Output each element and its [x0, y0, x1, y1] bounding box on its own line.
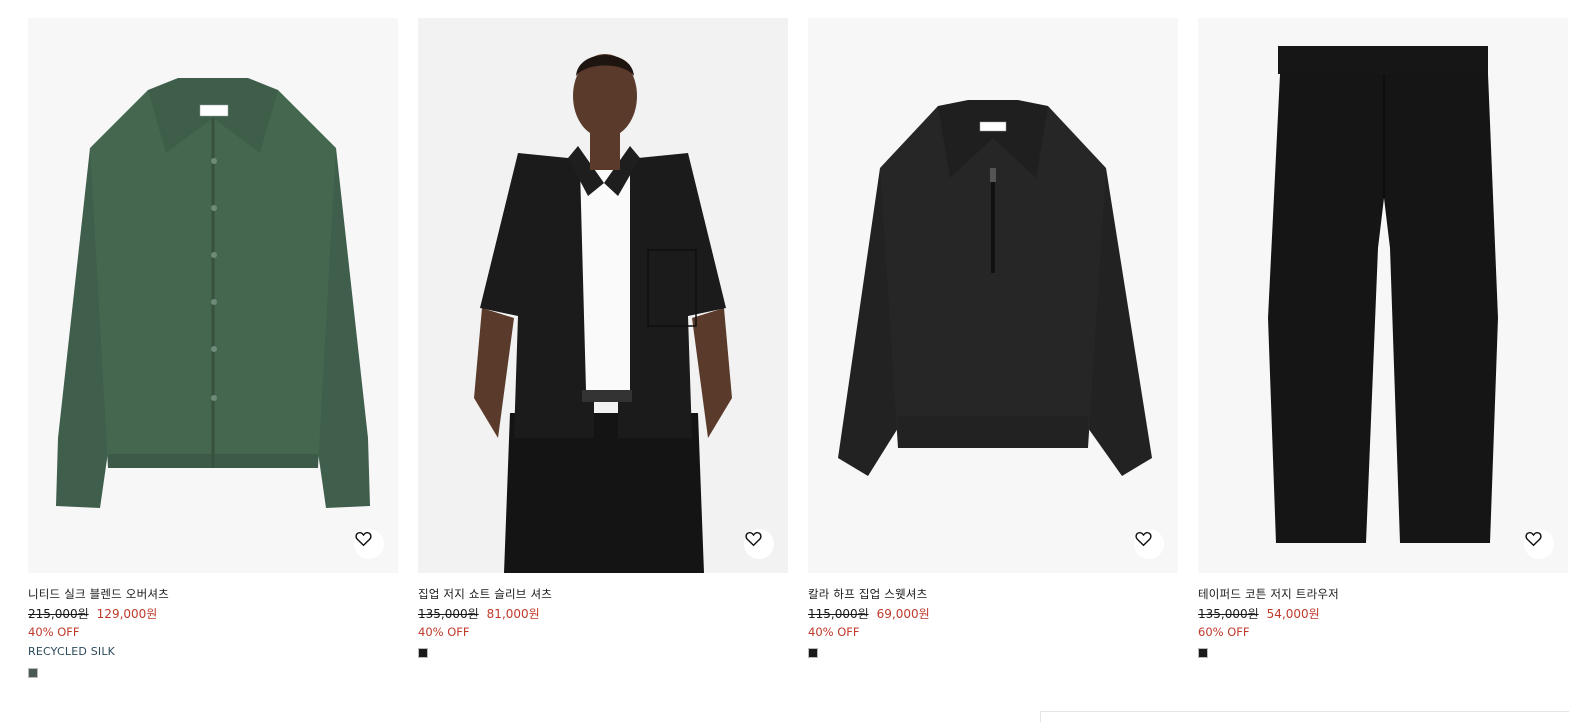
heart-icon	[1135, 531, 1152, 547]
discount-label: 40% OFF	[28, 625, 80, 639]
color-swatch[interactable]	[28, 668, 38, 678]
product-grid: 니티드 실크 블렌드 오버셔츠 215,000원 129,000원 40% OFF…	[0, 0, 1569, 722]
collar-half-zip-sweatshirt-image	[808, 18, 1178, 573]
original-price: 135,000원	[418, 607, 479, 621]
wishlist-button[interactable]	[744, 529, 774, 559]
wishlist-button[interactable]	[1134, 529, 1164, 559]
sale-price: 81,000원	[486, 607, 540, 621]
product-name[interactable]: 니티드 실크 블렌드 오버셔츠	[28, 586, 169, 602]
sale-price: 54,000원	[1266, 607, 1320, 621]
color-swatch[interactable]	[418, 648, 428, 658]
discount-label: 40% OFF	[418, 625, 470, 639]
heart-icon	[1525, 531, 1542, 547]
original-price: 115,000원	[808, 607, 869, 621]
wishlist-button[interactable]	[354, 529, 384, 559]
product-price: 135,000원 54,000원	[1198, 605, 1320, 622]
product-price: 135,000원 81,000원	[418, 605, 540, 622]
color-swatch[interactable]	[808, 648, 818, 658]
product-image[interactable]	[808, 18, 1178, 573]
product-image[interactable]	[28, 18, 398, 573]
product-name[interactable]: 테이퍼드 코튼 저지 트라우저	[1198, 586, 1339, 602]
material-tag: RECYCLED SILK	[28, 645, 116, 658]
product-name[interactable]: 칼라 하프 집업 스웻셔츠	[808, 586, 927, 602]
sale-price: 69,000원	[876, 607, 930, 621]
discount-label: 40% OFF	[808, 625, 860, 639]
product-price: 215,000원 129,000원	[28, 605, 157, 622]
original-price: 135,000원	[1198, 607, 1259, 621]
tapered-trousers-image	[1198, 18, 1568, 573]
product-name[interactable]: 집업 저지 쇼트 슬리브 셔츠	[418, 586, 552, 602]
sale-price: 129,000원	[96, 607, 158, 621]
product-price: 115,000원 69,000원	[808, 605, 930, 622]
discount-label: 60% OFF	[1198, 625, 1250, 639]
product-image[interactable]	[418, 18, 788, 573]
wishlist-button[interactable]	[1524, 529, 1554, 559]
heart-icon	[355, 531, 372, 547]
bottom-panel	[1040, 711, 1569, 722]
color-swatch[interactable]	[1198, 648, 1208, 658]
model-zip-shirt-image	[418, 18, 788, 573]
heart-icon	[745, 531, 762, 547]
original-price: 215,000원	[28, 607, 89, 621]
green-knit-overshirt-image	[28, 18, 398, 573]
product-image[interactable]	[1198, 18, 1568, 573]
